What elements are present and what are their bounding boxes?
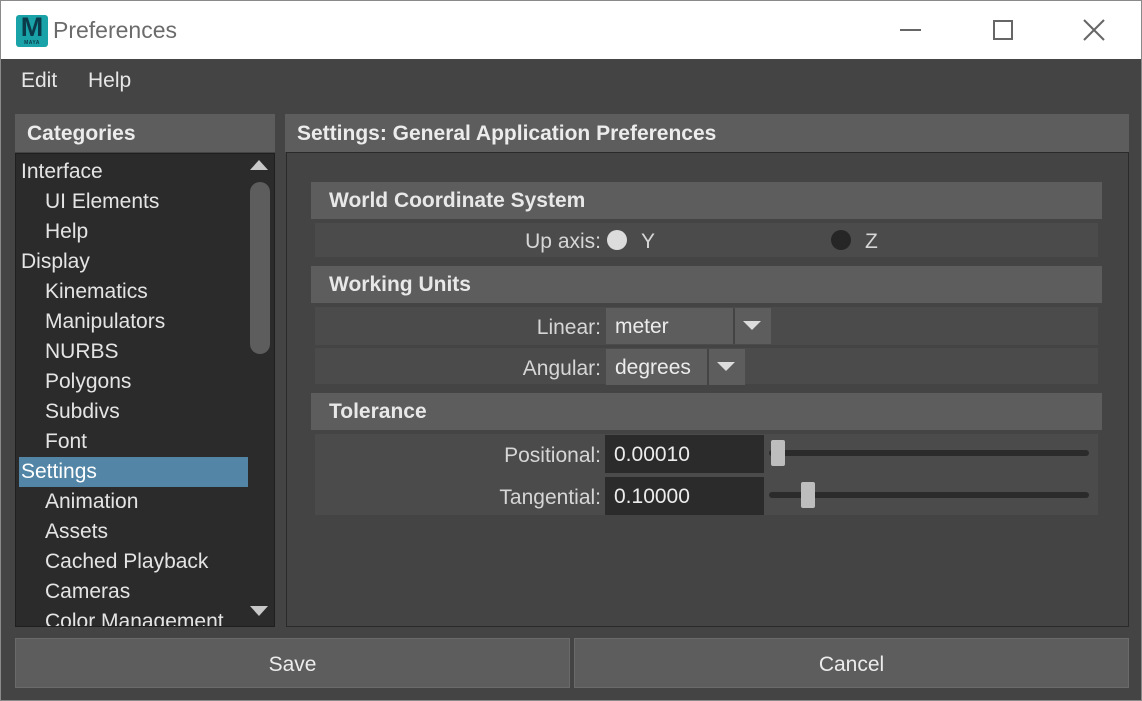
tangential-field[interactable]: 0.10000 bbox=[605, 477, 764, 515]
linear-units-dropdown[interactable]: meter bbox=[606, 308, 771, 344]
section-world-coordinate-system[interactable]: World Coordinate System bbox=[311, 182, 1102, 219]
categories-list[interactable]: Interface UI Elements Help Display Kinem… bbox=[15, 153, 275, 627]
angular-units-dropdown[interactable]: degrees bbox=[606, 349, 745, 385]
up-axis-z-radio[interactable] bbox=[831, 230, 851, 250]
settings-header: Settings: General Application Preference… bbox=[285, 114, 1129, 152]
tangential-label: Tangential: bbox=[499, 486, 601, 509]
save-button[interactable]: Save bbox=[15, 638, 570, 688]
category-item-interface[interactable]: Interface bbox=[19, 157, 248, 187]
category-item-cameras[interactable]: Cameras bbox=[19, 577, 248, 607]
category-item-subdivs[interactable]: Subdivs bbox=[19, 397, 248, 427]
categories-header: Categories bbox=[15, 114, 275, 152]
angular-units-value: degrees bbox=[615, 356, 691, 379]
positional-slider[interactable] bbox=[769, 450, 1089, 456]
minimize-button[interactable] bbox=[863, 1, 955, 59]
section-working-units[interactable]: Working Units bbox=[311, 266, 1102, 303]
world-coordinate-body bbox=[315, 223, 1098, 257]
category-item-manipulators[interactable]: Manipulators bbox=[19, 307, 248, 337]
cancel-button[interactable]: Cancel bbox=[574, 638, 1129, 688]
angular-label: Angular: bbox=[522, 357, 601, 380]
up-axis-y-label: Y bbox=[641, 230, 656, 253]
up-axis-y-radio[interactable] bbox=[607, 230, 627, 250]
category-item-polygons[interactable]: Polygons bbox=[19, 367, 248, 397]
category-item-help[interactable]: Help bbox=[19, 217, 248, 247]
maya-logo-icon: M MAYA bbox=[16, 15, 48, 47]
title-bar: M MAYA Preferences bbox=[1, 1, 1141, 59]
minimize-icon bbox=[900, 29, 921, 31]
scrollbar-thumb[interactable] bbox=[250, 182, 270, 354]
category-item-animation[interactable]: Animation bbox=[19, 487, 248, 517]
category-item-assets[interactable]: Assets bbox=[19, 517, 248, 547]
scroll-down-arrow-icon[interactable] bbox=[250, 606, 268, 616]
category-item-ui-elements[interactable]: UI Elements bbox=[19, 187, 248, 217]
up-axis-z-label: Z bbox=[865, 230, 878, 253]
maximize-button[interactable] bbox=[955, 1, 1047, 59]
positional-label: Positional: bbox=[504, 444, 601, 467]
chevron-down-icon bbox=[707, 349, 743, 385]
category-item-display[interactable]: Display bbox=[19, 247, 248, 277]
category-item-cached-playback[interactable]: Cached Playback bbox=[19, 547, 248, 577]
category-item-color-management[interactable]: Color Management bbox=[19, 607, 248, 626]
category-item-kinematics[interactable]: Kinematics bbox=[19, 277, 248, 307]
close-icon bbox=[1083, 19, 1105, 41]
tangential-slider[interactable] bbox=[769, 492, 1089, 498]
menu-help[interactable]: Help bbox=[88, 69, 131, 93]
close-button[interactable] bbox=[1047, 1, 1139, 59]
chevron-down-icon bbox=[733, 308, 769, 344]
preferences-window: M MAYA Preferences Edit Help Categories … bbox=[0, 0, 1142, 701]
up-axis-label: Up axis: bbox=[525, 230, 601, 253]
category-item-settings[interactable]: Settings bbox=[19, 457, 248, 487]
tangential-slider-handle[interactable] bbox=[801, 482, 815, 508]
menu-bar: Edit Help bbox=[1, 59, 1141, 104]
section-tolerance[interactable]: Tolerance bbox=[311, 393, 1102, 430]
menu-edit[interactable]: Edit bbox=[21, 69, 57, 93]
category-item-font[interactable]: Font bbox=[19, 427, 248, 457]
positional-field[interactable]: 0.00010 bbox=[605, 435, 764, 473]
category-item-nurbs[interactable]: NURBS bbox=[19, 337, 248, 367]
positional-slider-handle[interactable] bbox=[771, 440, 785, 466]
window-title: Preferences bbox=[53, 17, 178, 43]
linear-units-value: meter bbox=[615, 315, 669, 338]
maximize-icon bbox=[993, 20, 1013, 40]
scroll-up-arrow-icon[interactable] bbox=[250, 160, 268, 170]
linear-label: Linear: bbox=[536, 316, 601, 339]
